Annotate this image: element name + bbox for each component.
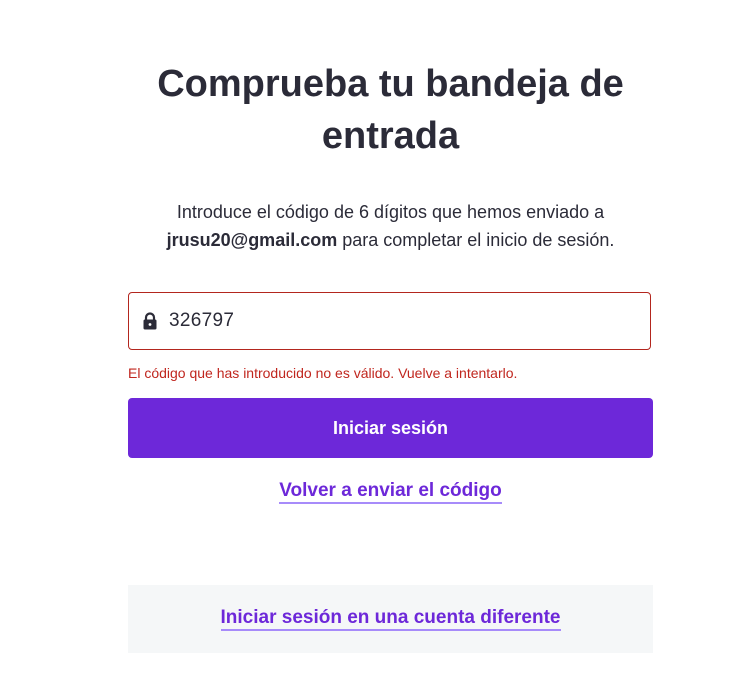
footer-panel: Iniciar sesión en una cuenta diferente bbox=[128, 585, 653, 653]
resend-code-container: Volver a enviar el código bbox=[128, 480, 653, 504]
verification-code-field[interactable] bbox=[128, 292, 651, 350]
other-account-link[interactable]: Iniciar sesión en una cuenta diferente bbox=[220, 607, 561, 631]
other-account-container: Iniciar sesión en una cuenta diferente bbox=[128, 607, 653, 631]
lock-icon bbox=[142, 312, 158, 330]
recipient-email: jrusu20@gmail.com bbox=[166, 230, 338, 250]
signin-button[interactable]: Iniciar sesión bbox=[128, 398, 653, 458]
resend-code-link[interactable]: Volver a enviar el código bbox=[279, 480, 502, 504]
instructions-text: Introduce el código de 6 dígitos que hem… bbox=[118, 198, 663, 254]
login-code-page: Comprueba tu bandeja de entrada Introduc… bbox=[0, 0, 756, 688]
instructions-suffix: para completar el inicio de sesión. bbox=[342, 230, 615, 250]
error-message: El código que has introducido no es váli… bbox=[128, 365, 518, 381]
verification-code-input[interactable] bbox=[169, 310, 609, 332]
instructions-prefix: Introduce el código de 6 dígitos que hem… bbox=[176, 202, 605, 222]
page-title: Comprueba tu bandeja de entrada bbox=[157, 63, 624, 157]
